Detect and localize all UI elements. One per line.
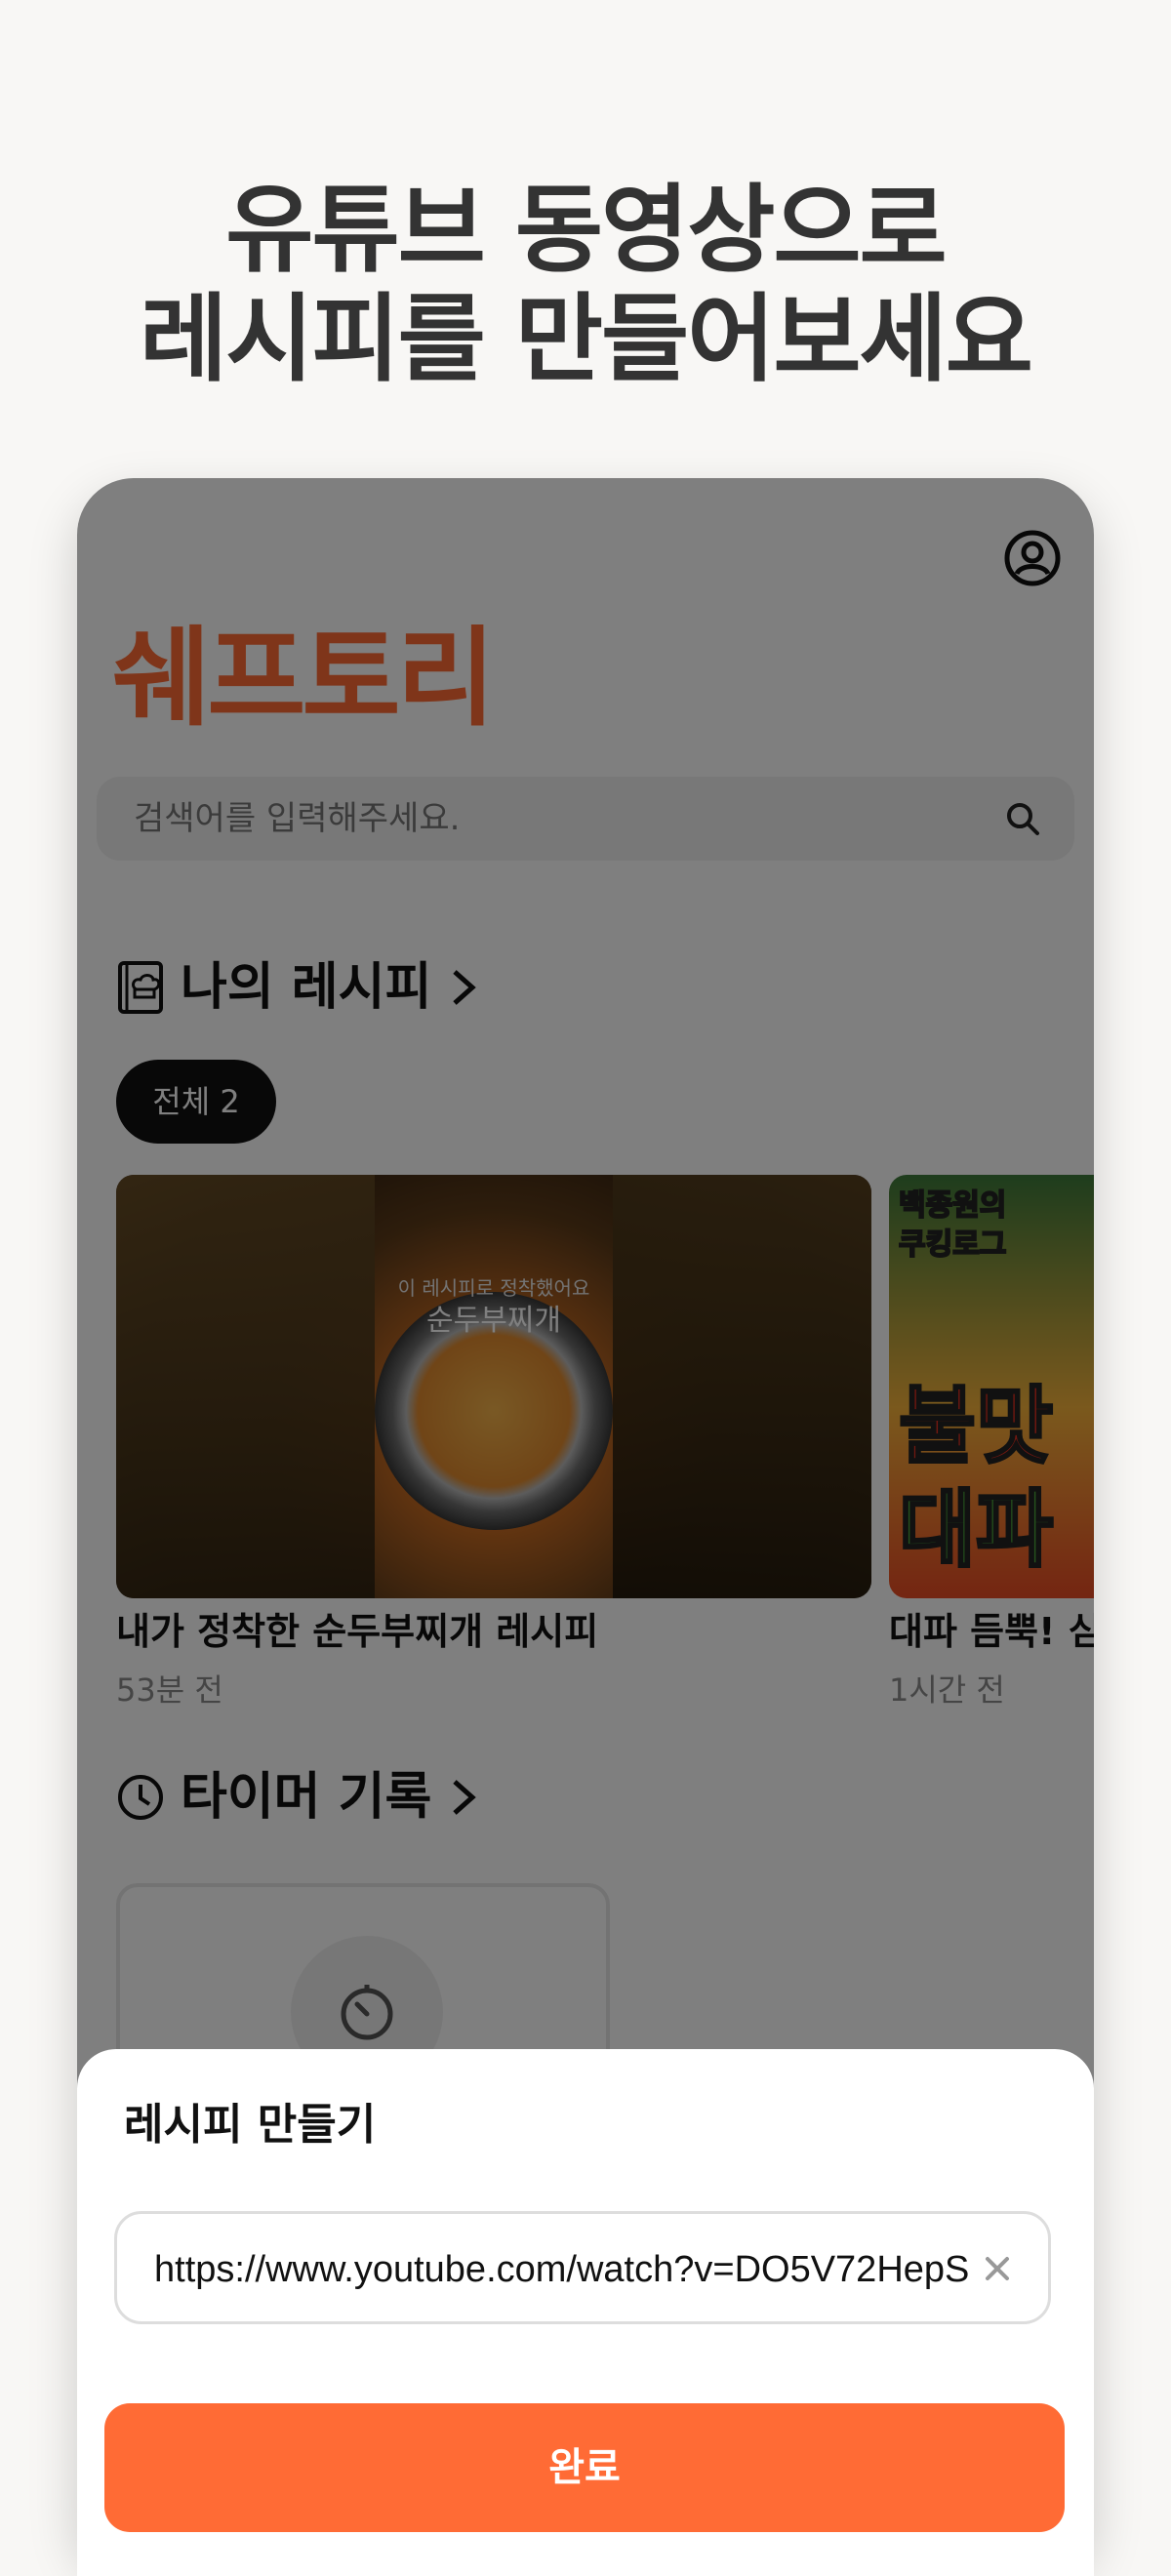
headline-line-1: 유튜브 동영상으로 — [225, 175, 947, 286]
headline: 유튜브 동영상으로 레시피를 만들어보세요 — [0, 176, 1171, 394]
youtube-url-input[interactable]: https://www.youtube.com/watch?v=DO5V72He… — [114, 2211, 1051, 2324]
youtube-url-value[interactable]: https://www.youtube.com/watch?v=DO5V72He… — [154, 2247, 1019, 2292]
done-button[interactable]: 완료 — [104, 2403, 1065, 2532]
clear-icon[interactable] — [982, 2253, 1013, 2284]
create-recipe-sheet: 레시피 만들기 https://www.youtube.com/watch?v=… — [77, 2049, 1094, 2576]
headline-line-2: 레시피를 만들어보세요 — [140, 284, 1033, 395]
sheet-title: 레시피 만들기 — [124, 2100, 377, 2150]
